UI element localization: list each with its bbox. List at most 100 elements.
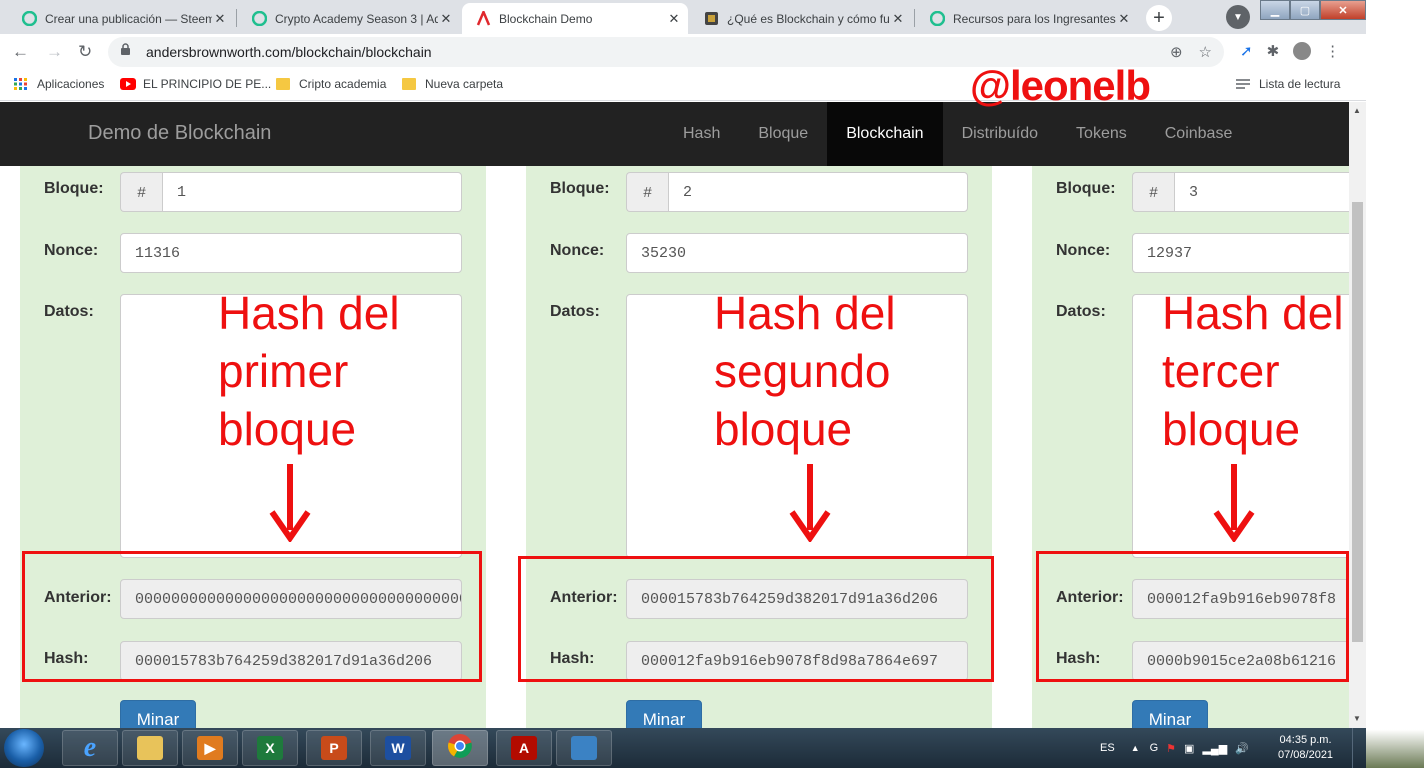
nonce-input[interactable]: 11316 (120, 233, 462, 273)
taskbar-acrobat[interactable]: A (496, 730, 552, 766)
language-indicator[interactable]: ES (1100, 742, 1115, 754)
browser-window: Crear una publicación — Steem ✕ Crypto A… (0, 0, 1366, 768)
block-number-input[interactable]: 1 (162, 172, 462, 212)
steemit-icon (252, 11, 267, 26)
close-icon[interactable]: ✕ (666, 11, 682, 27)
avatar[interactable] (1293, 42, 1312, 60)
close-icon[interactable]: ✕ (212, 11, 228, 27)
block-number-input[interactable]: 2 (668, 172, 968, 212)
block-label: Bloque: (1056, 180, 1116, 197)
taskbar-media[interactable]: ▶ (182, 730, 238, 766)
close-window-button[interactable]: ✕ (1320, 0, 1366, 20)
google-icon[interactable]: G (1150, 742, 1159, 754)
kebab-menu-icon[interactable]: ⋮ (1325, 42, 1340, 60)
tab-strip: Crear una publicación — Steem ✕ Crypto A… (0, 0, 1366, 34)
taskbar-pictures[interactable] (556, 730, 612, 766)
site-icon (704, 11, 719, 26)
highlight-box-block-2 (518, 556, 994, 682)
nav-coinbase[interactable]: Coinbase (1146, 102, 1252, 166)
minimize-icon: ▁ (1270, 4, 1280, 17)
taskbar-ie[interactable]: e (62, 730, 118, 766)
url-input[interactable] (144, 43, 1170, 61)
nonce-input[interactable]: 12937 (1132, 233, 1349, 273)
bookmark-star-icon[interactable]: ☆ (1199, 43, 1212, 61)
taskbar-powerpoint[interactable]: P (306, 730, 362, 766)
speaker-icon[interactable]: 🔊 (1235, 742, 1249, 755)
scroll-up-icon[interactable]: ▲ (1353, 106, 1361, 115)
page-scrollbar[interactable]: ▲ ▼ (1349, 102, 1366, 728)
bookmarks-bar: Aplicaciones EL PRINCIPIO DE PE... Cript… (0, 70, 1366, 101)
taskbar-explorer[interactable] (122, 730, 178, 766)
usb-icon[interactable]: ▣ (1184, 742, 1194, 755)
bookmark-apps[interactable]: Aplicaciones (14, 77, 104, 91)
close-icon[interactable]: ✕ (890, 11, 906, 27)
tab-recursos[interactable]: Recursos para los Ingresantes ✕ (916, 3, 1138, 34)
zoom-icon[interactable]: ⊕ (1170, 43, 1183, 61)
annotation-block-3: Hash del tercer bloque (1162, 287, 1344, 455)
block-number-input[interactable]: 3 (1174, 172, 1349, 212)
reload-icon[interactable]: ↻ (78, 42, 92, 62)
nonce-input[interactable]: 35230 (626, 233, 968, 273)
nav-distribuido[interactable]: Distribuído (943, 102, 1057, 166)
flag-icon[interactable]: ⚑ (1166, 742, 1176, 755)
nav-hash[interactable]: Hash (664, 102, 739, 166)
folder-icon (276, 78, 290, 90)
system-tray: ES ▲ G ⚑ ▣ ▂▄▆ 🔊 (1100, 728, 1249, 768)
scroll-down-icon[interactable]: ▼ (1353, 714, 1361, 723)
chevron-up-icon[interactable]: ▲ (1131, 743, 1140, 753)
youtube-icon (120, 78, 136, 90)
minimize-button[interactable]: ▁ (1260, 0, 1290, 20)
internet-explorer-icon: e (83, 732, 97, 763)
mine-button[interactable]: Minar (626, 700, 702, 728)
nav-blockchain[interactable]: Blockchain (827, 102, 943, 166)
extension-arrow-icon[interactable]: ➚ (1240, 42, 1253, 60)
puzzle-extensions-icon[interactable]: ✱ (1267, 42, 1280, 60)
arrow-down-icon (269, 464, 311, 542)
folder-icon (137, 736, 163, 760)
data-label: Datos: (44, 303, 94, 320)
clock[interactable]: 04:35 p.m. 07/08/2021 (1278, 733, 1333, 763)
tab-que-es-blockchain[interactable]: ¿Qué es Blockchain y cómo fu ✕ (690, 3, 912, 34)
scrollbar-thumb[interactable] (1352, 202, 1363, 642)
signal-icon[interactable]: ▂▄▆ (1202, 742, 1227, 755)
nav-tokens[interactable]: Tokens (1057, 102, 1146, 166)
new-tab-button[interactable]: + (1146, 5, 1172, 31)
close-icon[interactable]: ✕ (1116, 11, 1132, 27)
chevron-down-icon: ▼ (1233, 11, 1243, 23)
show-desktop-button[interactable] (1352, 728, 1366, 768)
window-controls: ▁ ▢ ✕ (1260, 0, 1366, 20)
browser-toolbar: ← → ↻ ⊕ ☆ ➚ ✱ ⋮ (0, 34, 1366, 70)
maximize-button[interactable]: ▢ (1290, 0, 1320, 20)
bookmark-nueva-carpeta[interactable]: Nueva carpeta (402, 77, 503, 91)
back-arrow-icon[interactable]: ← (12, 42, 29, 62)
arrow-down-icon (789, 464, 831, 542)
reading-list-icon (1236, 78, 1250, 90)
taskbar-word[interactable]: W (370, 730, 426, 766)
forward-arrow-icon[interactable]: → (46, 42, 63, 62)
powerpoint-icon: P (321, 736, 347, 760)
taskbar-excel[interactable]: X (242, 730, 298, 766)
bookmark-principio[interactable]: EL PRINCIPIO DE PE... (120, 77, 271, 91)
bookmark-cripto-academia[interactable]: Cripto academia (276, 77, 386, 91)
mine-button[interactable]: Minar (120, 700, 196, 728)
close-icon[interactable]: ✕ (438, 11, 454, 27)
anders-logo-icon (476, 11, 491, 26)
tab-crear-publicacion[interactable]: Crear una publicación — Steem ✕ (8, 3, 234, 34)
start-button[interactable] (4, 729, 44, 767)
nonce-label: Nonce: (1056, 242, 1111, 259)
nav-bloque[interactable]: Bloque (739, 102, 827, 166)
block-label: Bloque: (550, 180, 610, 197)
tab-search-button[interactable]: ▼ (1226, 5, 1250, 29)
annotation-block-1: Hash del primer bloque (218, 287, 400, 455)
steemit-icon (930, 11, 945, 26)
mine-button[interactable]: Minar (1132, 700, 1208, 728)
taskbar-chrome[interactable] (432, 730, 488, 766)
maximize-icon: ▢ (1299, 4, 1311, 17)
reading-list-button[interactable]: Lista de lectura (1236, 77, 1340, 91)
data-label: Datos: (550, 303, 600, 320)
tab-crypto-academy[interactable]: Crypto Academy Season 3 | Ad ✕ (238, 3, 460, 34)
site-brand[interactable]: Demo de Blockchain (88, 122, 271, 145)
apps-grid-icon (14, 78, 28, 90)
chrome-icon (447, 733, 473, 764)
tab-blockchain-demo[interactable]: Blockchain Demo ✕ (462, 3, 688, 34)
